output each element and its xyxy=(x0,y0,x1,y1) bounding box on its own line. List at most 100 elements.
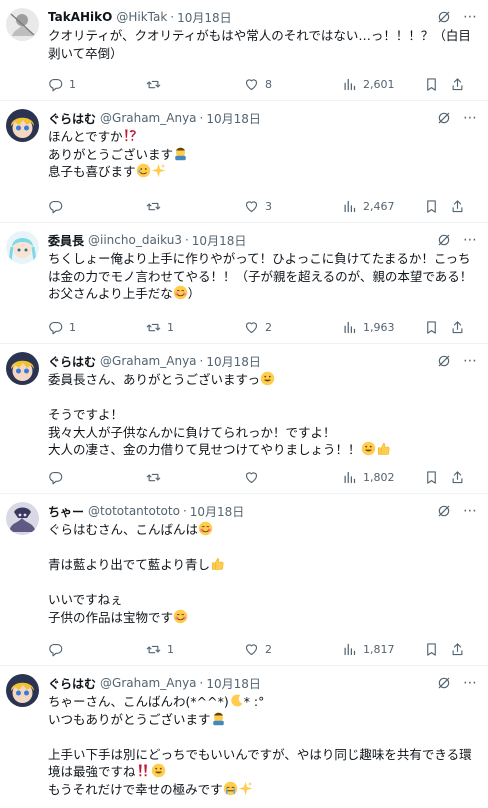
like-button[interactable]: 2 xyxy=(244,642,272,657)
retweet-button[interactable] xyxy=(146,470,167,485)
views-count: 1,963 xyxy=(363,320,395,334)
tweet-date[interactable]: 10月18日 xyxy=(206,675,261,692)
author-name[interactable]: TakAHikO xyxy=(48,10,112,24)
reply-button[interactable] xyxy=(48,199,69,214)
avatar[interactable] xyxy=(6,502,39,535)
tweet-text: 委員長さん、ありがとうございますっ そうですよ！ 我々大人が子供なんかに負けてら… xyxy=(48,371,478,459)
tweet-date[interactable]: 10月18日 xyxy=(190,503,245,520)
views-button[interactable]: 1,817 xyxy=(342,642,395,657)
share-button[interactable] xyxy=(450,320,465,335)
views-button[interactable]: 1,802 xyxy=(342,470,395,485)
retweet-button[interactable]: 1 xyxy=(146,320,174,335)
author-handle[interactable]: @Graham_Anya xyxy=(100,354,197,368)
avatar[interactable] xyxy=(6,352,39,385)
views-button[interactable]: 2,601 xyxy=(342,77,395,92)
grok-icon[interactable] xyxy=(436,353,452,369)
views-button[interactable]: 1,963 xyxy=(342,320,395,335)
separator-dot: · xyxy=(182,504,187,518)
closing-paren: ） xyxy=(187,286,201,301)
tweet-line: ほんとですか xyxy=(48,129,123,144)
tweet-item[interactable]: ぐらはむ @Graham_Anya · 10月18日 ⋯ ちゃーさん、こんばんわ… xyxy=(0,666,488,808)
tweet-date[interactable]: 10月18日 xyxy=(206,353,261,370)
retweet-button[interactable] xyxy=(146,77,167,92)
views-icon xyxy=(342,199,357,214)
views-button[interactable]: 2,467 xyxy=(342,199,395,214)
author-name[interactable]: 委員長 xyxy=(48,232,84,249)
tweet-line: 子供の作品は宝物です xyxy=(48,609,174,625)
grok-icon[interactable] xyxy=(436,9,452,25)
grok-icon[interactable] xyxy=(436,675,452,691)
like-button[interactable]: 2 xyxy=(244,320,272,335)
tweet-item[interactable]: ぐらはむ @Graham_Anya · 10月18日 ⋯ ほんとですか ありがと… xyxy=(0,101,488,223)
author-handle[interactable]: @HikTak xyxy=(116,10,167,24)
retweet-button[interactable]: 1 xyxy=(146,642,174,657)
grok-icon[interactable] xyxy=(436,232,452,248)
exclamation-question-icon xyxy=(123,128,138,143)
author-handle[interactable]: @Graham_Anya xyxy=(100,111,197,125)
retweet-icon xyxy=(146,320,161,335)
bookmark-button[interactable] xyxy=(424,199,439,214)
blushing-smile-icon xyxy=(173,285,188,300)
bookmark-button[interactable] xyxy=(424,470,439,485)
author-handle[interactable]: @Graham_Anya xyxy=(100,676,197,690)
share-button[interactable] xyxy=(450,642,465,657)
author-handle[interactable]: @iincho_daiku3 xyxy=(88,233,182,247)
tweet-header: ちゃー @tototantototo · 10月18日 ⋯ xyxy=(48,502,478,520)
reply-button[interactable] xyxy=(48,470,69,485)
tweet-line: もうそれだけで幸せの極みです xyxy=(48,781,223,797)
retweet-icon xyxy=(146,470,161,485)
tweet-item[interactable]: ちゃー @tototantototo · 10月18日 ⋯ ぐらはむさん、こんば… xyxy=(0,494,488,666)
grok-icon[interactable] xyxy=(436,110,452,126)
more-icon[interactable]: ⋯ xyxy=(462,9,478,25)
tweet-line: 委員長さん、ありがとうございますっ xyxy=(48,372,261,387)
like-button[interactable] xyxy=(244,470,265,485)
reply-count: 1 xyxy=(69,77,76,91)
tweet-actions: 1,802 xyxy=(48,469,478,485)
tweet-item[interactable]: ぐらはむ @Graham_Anya · 10月18日 ⋯ 委員長さん、ありがとう… xyxy=(0,344,488,494)
avatar[interactable] xyxy=(6,8,39,41)
tweet-date[interactable]: 10月18日 xyxy=(206,110,261,127)
reply-button[interactable]: 1 xyxy=(48,320,76,335)
tweet-date[interactable]: 10月18日 xyxy=(177,9,232,26)
share-icon xyxy=(450,470,465,485)
author-name[interactable]: ぐらはむ xyxy=(48,675,96,692)
more-icon[interactable]: ⋯ xyxy=(462,353,478,369)
tweet-line: お父さんより上手だな xyxy=(48,286,173,301)
more-icon[interactable]: ⋯ xyxy=(462,503,478,519)
reply-button[interactable]: 1 xyxy=(48,77,76,92)
tweet-date[interactable]: 10月18日 xyxy=(192,232,247,249)
avatar[interactable] xyxy=(6,109,39,142)
tweet-actions: 1 1 2 1,963 xyxy=(48,319,478,335)
bookmark-button[interactable] xyxy=(424,642,439,657)
bowing-person-icon xyxy=(173,146,188,161)
author-handle[interactable]: @tototantototo xyxy=(88,504,180,518)
share-button[interactable] xyxy=(450,199,465,214)
tears-of-joy-icon xyxy=(361,441,376,456)
avatar[interactable] xyxy=(6,674,39,707)
bookmark-button[interactable] xyxy=(424,77,439,92)
author-name[interactable]: ぐらはむ xyxy=(48,110,96,127)
blushing-smile-icon xyxy=(173,609,188,624)
share-button[interactable] xyxy=(450,77,465,92)
author-name[interactable]: ちゃー xyxy=(48,503,84,520)
retweet-button[interactable] xyxy=(146,199,167,214)
tweet-actions: 3 2,467 xyxy=(48,198,478,214)
like-button[interactable]: 3 xyxy=(244,199,272,214)
more-icon[interactable]: ⋯ xyxy=(462,675,478,691)
avatar[interactable] xyxy=(6,231,39,264)
reply-button[interactable] xyxy=(48,642,69,657)
tweet-item[interactable]: 委員長 @iincho_daiku3 · 10月18日 ⋯ ちくしょー俺より上手… xyxy=(0,223,488,344)
grok-icon[interactable] xyxy=(436,503,452,519)
author-name[interactable]: ぐらはむ xyxy=(48,353,96,370)
more-icon[interactable]: ⋯ xyxy=(462,232,478,248)
share-button[interactable] xyxy=(450,470,465,485)
thumbs-up-icon xyxy=(376,441,391,456)
like-button[interactable]: 8 xyxy=(244,77,272,92)
like-count: 2 xyxy=(265,320,272,334)
bookmark-button[interactable] xyxy=(424,320,439,335)
tweet-line: ちくしょー俺より上手に作りやがって！ひよっこに負けてたまるか！こっち xyxy=(48,251,471,266)
views-count: 2,601 xyxy=(363,77,395,91)
tweet-header: 委員長 @iincho_daiku3 · 10月18日 ⋯ xyxy=(48,231,478,249)
more-icon[interactable]: ⋯ xyxy=(462,110,478,126)
tweet-item[interactable]: TakAHikO @HikTak · 10月18日 ⋯ クオリティが、クオリティ… xyxy=(0,0,488,101)
